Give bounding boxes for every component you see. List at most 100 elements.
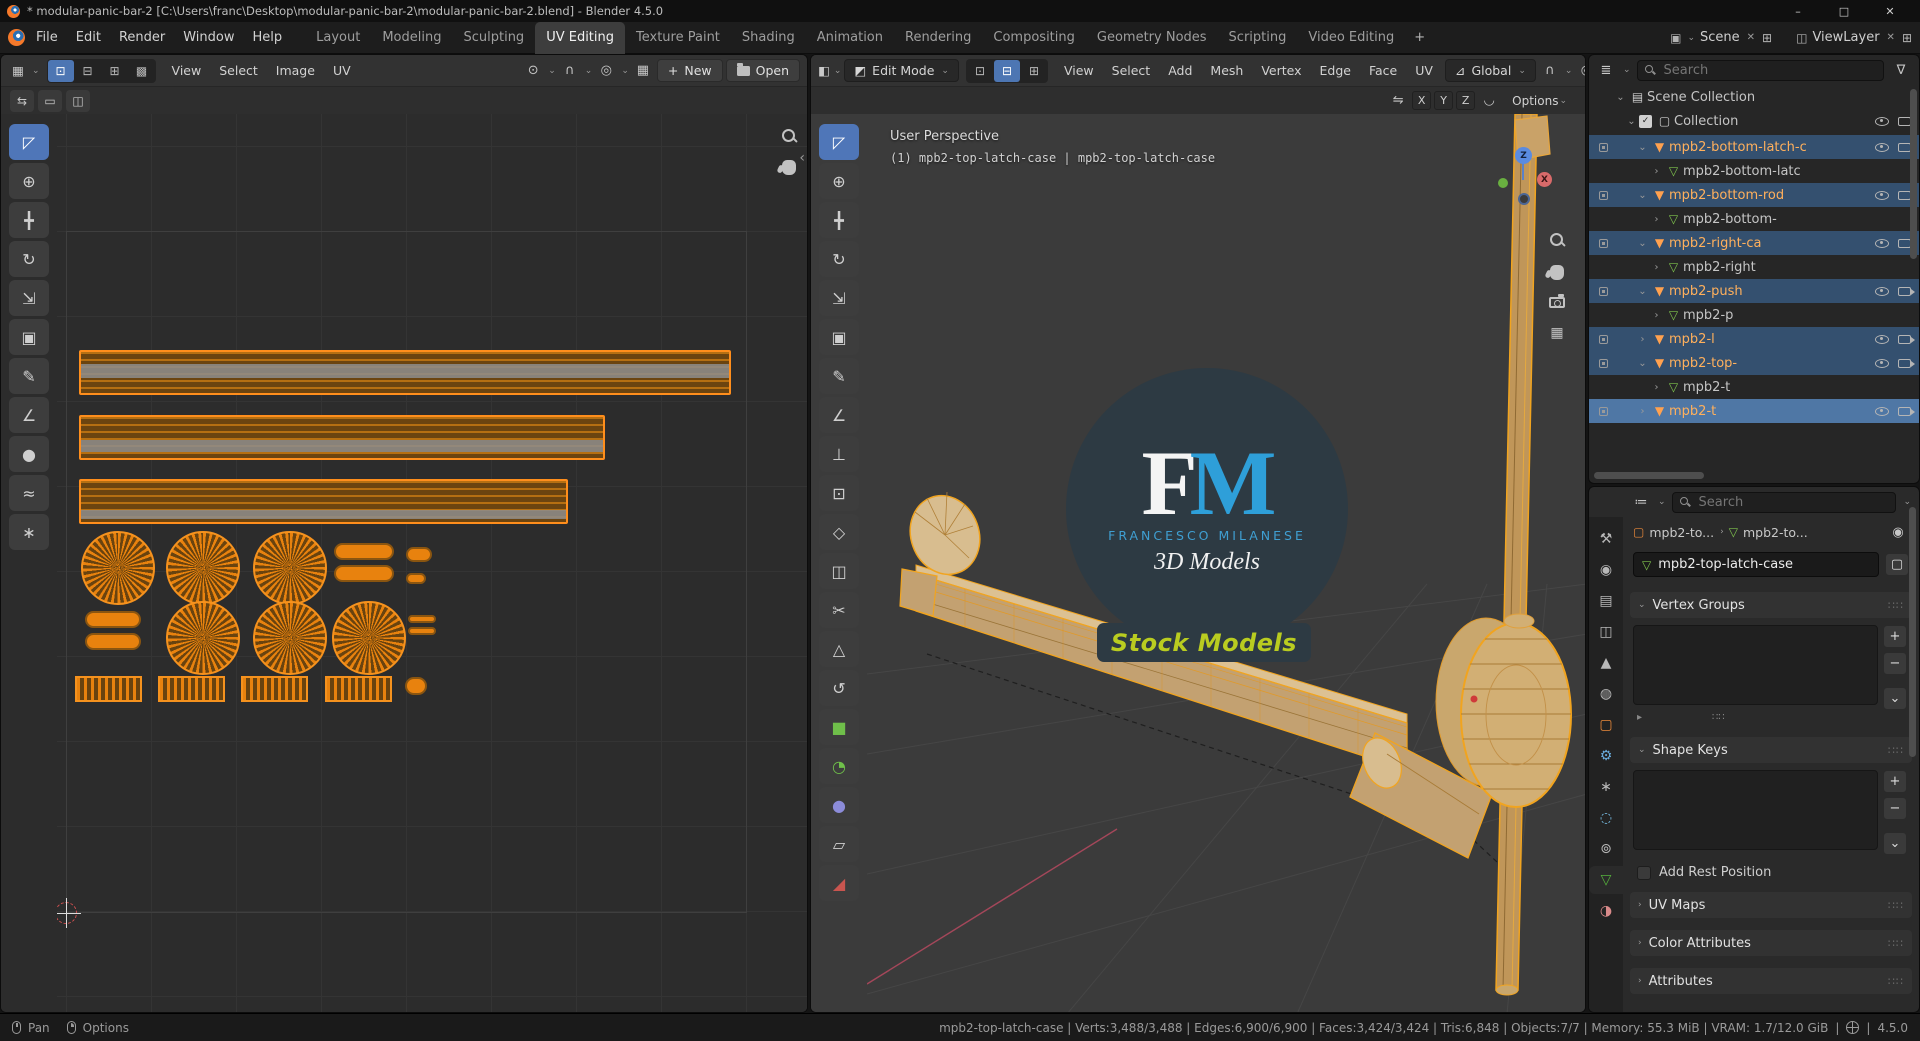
add-workspace-button[interactable]: + — [1405, 30, 1434, 45]
expander-icon[interactable]: ⌄ — [1624, 116, 1639, 127]
measure-tool[interactable]: ∠ — [9, 397, 49, 433]
uv-island-pill[interactable] — [85, 633, 141, 650]
mode-dropdown[interactable]: ◩ Edit Mode ⌄ — [844, 59, 959, 82]
menu-file[interactable]: File — [27, 26, 67, 49]
spin-tool[interactable]: ↺ — [819, 670, 859, 706]
mesh-name-field[interactable]: ▽ mpb2-top-latch-case — [1633, 552, 1879, 577]
uv-island-strip[interactable] — [241, 676, 308, 702]
tweak-tool[interactable]: ◸ — [9, 124, 49, 160]
section-color-attributes[interactable]: › Color Attributes ∷∷ — [1630, 930, 1912, 956]
outliner-collection-row[interactable]: ⌄ ✓ ▢ Collection — [1589, 109, 1919, 133]
workspace-tab-sculpting[interactable]: Sculpting — [452, 22, 535, 54]
v3d-menu-mesh[interactable]: Mesh — [1201, 59, 1252, 82]
pin-icon[interactable]: ◉ — [1887, 521, 1909, 543]
outliner-search-input[interactable] — [1661, 61, 1876, 79]
toggle-perspective-icon[interactable]: ▦ — [1550, 325, 1563, 341]
workspace-tab-shading[interactable]: Shading — [731, 22, 806, 54]
uv-island-fan[interactable] — [253, 601, 327, 675]
rotate-tool[interactable]: ↻ — [9, 241, 49, 277]
workspace-tab-texture-paint[interactable]: Texture Paint — [625, 22, 731, 54]
pinch-brush-tool[interactable]: ∗ — [9, 514, 49, 550]
disable-in-renders-toggle[interactable] — [1898, 286, 1915, 296]
properties-scrollbar[interactable] — [1909, 507, 1916, 757]
viewport-canvas[interactable]: FM FRANCESCO MILANESE 3D Models Stock Mo… — [867, 114, 1585, 1012]
falloff-icon[interactable]: ◡ — [1478, 90, 1500, 112]
properties-search-input[interactable] — [1696, 493, 1889, 511]
rip-region-tool[interactable]: ◢ — [819, 865, 859, 901]
annotate-tool[interactable]: ✎ — [819, 358, 859, 394]
v3d-menu-face[interactable]: Face — [1360, 59, 1406, 82]
camera-view-icon[interactable] — [1549, 294, 1565, 308]
scene-name[interactable]: Scene — [1700, 30, 1740, 45]
editor-type-3d-icon[interactable]: ◧ — [818, 63, 830, 78]
collection-checkbox[interactable]: ✓ — [1639, 114, 1652, 128]
menu-render[interactable]: Render — [110, 26, 174, 49]
workspace-tab-compositing[interactable]: Compositing — [982, 22, 1086, 54]
inset-faces-tool[interactable]: ⊡ — [819, 475, 859, 511]
shape-keys-list[interactable] — [1633, 770, 1878, 850]
disable-in-renders-toggle[interactable] — [1898, 358, 1915, 368]
workspace-tab-geometry-nodes[interactable]: Geometry Nodes — [1086, 22, 1218, 54]
mirror-axis-y-toggle[interactable]: Y — [1434, 91, 1454, 110]
outliner-item-mpb2-right[interactable]: › ▽ mpb2-right — [1589, 255, 1919, 279]
breadcrumb-object[interactable]: mpb2-to... — [1649, 525, 1714, 540]
uv-island-strip[interactable] — [325, 676, 392, 702]
expander-icon[interactable]: › — [1635, 406, 1650, 417]
section-vertex-groups[interactable]: ⌄ Vertex Groups ∷∷ — [1630, 592, 1912, 618]
outliner-item-mpb2-right-ca[interactable]: ⌄ ▼ mpb2-right-ca — [1589, 231, 1919, 255]
properties-tab-modifiers[interactable]: ⚙ — [1589, 742, 1623, 770]
mirror-icon[interactable]: ⇋ — [1387, 90, 1409, 112]
disable-in-renders-toggle[interactable] — [1898, 334, 1915, 344]
uv-menu-image[interactable]: Image — [267, 59, 324, 82]
v3d-vertex-select-button[interactable]: ⊡ — [967, 60, 993, 82]
minimize-button[interactable]: – — [1775, 0, 1821, 22]
uv-island-fan[interactable] — [332, 601, 406, 675]
expander-icon[interactable]: ⌄ — [1613, 92, 1628, 103]
mirror-axis-z-toggle[interactable]: Z — [1456, 91, 1476, 110]
expander-icon[interactable]: ⌄ — [1635, 286, 1650, 297]
workspace-tab-animation[interactable]: Animation — [806, 22, 894, 54]
uv-2d-cursor[interactable] — [57, 898, 81, 928]
zoom-icon[interactable] — [1549, 232, 1565, 248]
menu-window[interactable]: Window — [174, 26, 243, 49]
expander-icon[interactable]: › — [1649, 214, 1664, 225]
outliner-scene-collection-row[interactable]: ⌄ ▤ Scene Collection — [1589, 85, 1919, 109]
measure-tool[interactable]: ∠ — [819, 397, 859, 433]
uv-island-fan[interactable] — [166, 531, 240, 605]
shape-key-specials-button[interactable]: ⌄ — [1883, 832, 1907, 855]
to-sphere-tool[interactable]: ● — [819, 787, 859, 823]
uv-island-bar-1[interactable] — [79, 350, 731, 395]
viewlayer-browse-icon[interactable]: ◫ — [1796, 31, 1807, 45]
expander-icon[interactable]: › — [1649, 262, 1664, 273]
gizmo-z-axis[interactable]: Z — [1515, 147, 1532, 164]
filter-icon[interactable]: ∇ — [1890, 59, 1912, 81]
close-button[interactable]: ✕ — [1867, 0, 1913, 22]
outliner-horizontal-scrollbar[interactable] — [1594, 472, 1704, 479]
hide-in-viewport-toggle[interactable] — [1875, 406, 1889, 416]
transform-tool[interactable]: ▣ — [9, 319, 49, 355]
workspace-tab-rendering[interactable]: Rendering — [894, 22, 982, 54]
network-icon[interactable] — [1846, 1021, 1860, 1034]
outliner-item-mpb2-bottom-latch-c[interactable]: ⌄ ▼ mpb2-bottom-latch-c — [1589, 135, 1919, 159]
proportional-editing-toggle[interactable]: ◎ — [595, 60, 617, 82]
outliner-item-mpb2-top-[interactable]: ⌄ ▼ mpb2-top- — [1589, 351, 1919, 375]
editor-type-outliner-icon[interactable]: ≣ — [1596, 63, 1616, 78]
workspace-tab-uv-editing[interactable]: UV Editing — [535, 21, 626, 54]
scale-tool[interactable]: ⇲ — [9, 280, 49, 316]
outliner-search-field[interactable] — [1636, 59, 1884, 81]
workspace-tab-scripting[interactable]: Scripting — [1218, 22, 1298, 54]
expander-icon[interactable]: › — [1649, 310, 1664, 321]
uv-island-fan[interactable] — [81, 531, 155, 605]
uv-island-pill[interactable] — [405, 677, 427, 695]
properties-tab-constraints[interactable]: ⊚ — [1589, 835, 1623, 863]
uv-island-fan[interactable] — [166, 601, 240, 675]
section-uv-maps[interactable]: › UV Maps ∷∷ — [1630, 892, 1912, 918]
workspace-tab-layout[interactable]: Layout — [305, 22, 371, 54]
expander-icon[interactable]: ⌄ — [1635, 358, 1650, 369]
sidebar-toggle-icon[interactable]: ‹ — [799, 150, 805, 166]
hide-in-viewport-toggle[interactable] — [1875, 116, 1889, 126]
new-viewlayer-button[interactable]: ⊞ — [1902, 31, 1912, 45]
options-dropdown[interactable]: Options ⌄ — [1503, 90, 1576, 112]
uv-sync-selection-toggle[interactable]: ⇆ — [10, 89, 34, 112]
poly-build-tool[interactable]: △ — [819, 631, 859, 667]
